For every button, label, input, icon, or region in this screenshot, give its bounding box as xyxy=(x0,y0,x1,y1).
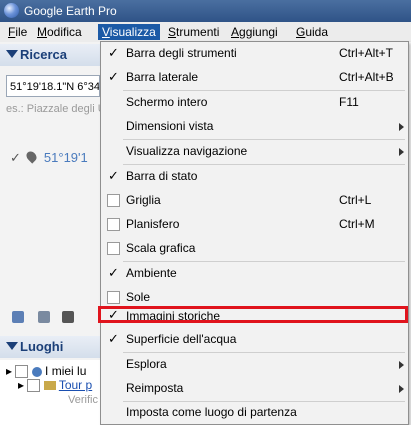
menu-item-imposta-partenza[interactable]: Imposta come luogo di partenza xyxy=(101,401,408,425)
checkmark-icon: ✓ xyxy=(10,150,21,165)
places-panel-header[interactable]: Luoghi xyxy=(0,336,100,358)
menu-strumenti[interactable]: Strumenti xyxy=(164,24,223,40)
submenu-arrow-icon xyxy=(399,385,404,393)
menu-item-reimposta[interactable]: Reimposta xyxy=(101,377,408,401)
checkbox[interactable] xyxy=(107,291,120,304)
submenu-arrow-icon xyxy=(399,123,404,131)
tree-item-tour[interactable]: ▸ Tour p xyxy=(18,378,92,393)
checkbox[interactable] xyxy=(107,218,120,231)
checkmark-icon[interactable]: ✓ xyxy=(107,70,120,84)
copy-icon[interactable] xyxy=(38,311,50,323)
submenu-arrow-icon xyxy=(399,148,404,156)
places-tree: ▸ I miei lu ▸ Tour p Verific xyxy=(0,360,100,425)
menu-item-planisfero[interactable]: Planisfero Ctrl+M xyxy=(101,213,408,237)
menu-aggiungi[interactable]: Aggiungi xyxy=(227,24,282,40)
menu-item-visualizza-navigazione[interactable]: Visualizza navigazione xyxy=(101,140,408,164)
print-icon[interactable] xyxy=(62,311,74,323)
menu-item-esplora[interactable]: Esplora xyxy=(101,353,408,377)
checkbox[interactable] xyxy=(107,242,120,255)
visualizza-dropdown-menu: ✓ Barra degli strumenti Ctrl+Alt+T ✓ Barra … xyxy=(100,41,409,425)
menu-item-griglia[interactable]: Griglia Ctrl+L xyxy=(101,189,408,213)
folder-icon xyxy=(43,381,56,391)
checkmark-icon[interactable]: ✓ xyxy=(107,332,120,346)
menu-item-dimensioni-vista[interactable]: Dimensioni vista xyxy=(101,115,408,139)
menu-guida[interactable]: Guida xyxy=(292,24,332,40)
menu-bar: File Modifica Visualizza Strumenti Aggiu… xyxy=(0,22,411,42)
location-pin-icon xyxy=(24,149,39,164)
search-panel-header[interactable]: Ricerca xyxy=(0,44,100,66)
search-placeholder-hint: es.: Piazzale degli U xyxy=(6,103,106,115)
checkbox[interactable] xyxy=(107,194,120,207)
menu-visualizza[interactable]: Visualizza xyxy=(98,24,160,40)
tree-item-description: Verific xyxy=(68,394,98,406)
checkmark-icon[interactable]: ✓ xyxy=(107,266,120,280)
menu-item-barra-laterale[interactable]: ✓ Barra laterale Ctrl+Alt+B xyxy=(101,66,408,90)
checkmark-icon[interactable]: ✓ xyxy=(107,46,120,60)
checkmark-icon[interactable]: ✓ xyxy=(107,169,120,183)
checkbox[interactable] xyxy=(27,379,41,393)
window-title: Google Earth Pro xyxy=(24,4,117,18)
title-bar: Google Earth Pro xyxy=(0,0,411,22)
globe-icon xyxy=(4,3,19,18)
annotation-highlight-box xyxy=(98,306,408,323)
menu-item-ambiente[interactable]: ✓ Ambiente xyxy=(101,262,408,286)
globe-icon xyxy=(31,366,42,377)
menu-item-superficie-acqua[interactable]: ✓ Superficie dell'acqua xyxy=(101,328,408,352)
collapse-triangle-icon[interactable] xyxy=(6,342,18,350)
collapse-triangle-icon[interactable] xyxy=(6,50,18,58)
menu-item-schermo-intero[interactable]: Schermo intero F11 xyxy=(101,91,408,115)
menu-file[interactable]: File xyxy=(4,24,31,40)
menu-modifica[interactable]: Modifica xyxy=(33,24,86,40)
menu-item-barra-strumenti[interactable]: ✓ Barra degli strumenti Ctrl+Alt+T xyxy=(101,42,408,66)
menu-item-scala-grafica[interactable]: Scala grafica xyxy=(101,237,408,261)
tree-item-my-places[interactable]: ▸ I miei lu xyxy=(6,364,86,379)
search-input[interactable]: 51°19'18.1"N 6°34 xyxy=(6,75,100,97)
add-to-places-icon[interactable] xyxy=(12,311,24,323)
submenu-arrow-icon xyxy=(399,361,404,369)
checkbox[interactable] xyxy=(15,365,29,379)
menu-item-barra-di-stato[interactable]: ✓ Barra di stato xyxy=(101,165,408,189)
search-result-item[interactable]: ✓ 51°19'1 xyxy=(10,149,88,166)
